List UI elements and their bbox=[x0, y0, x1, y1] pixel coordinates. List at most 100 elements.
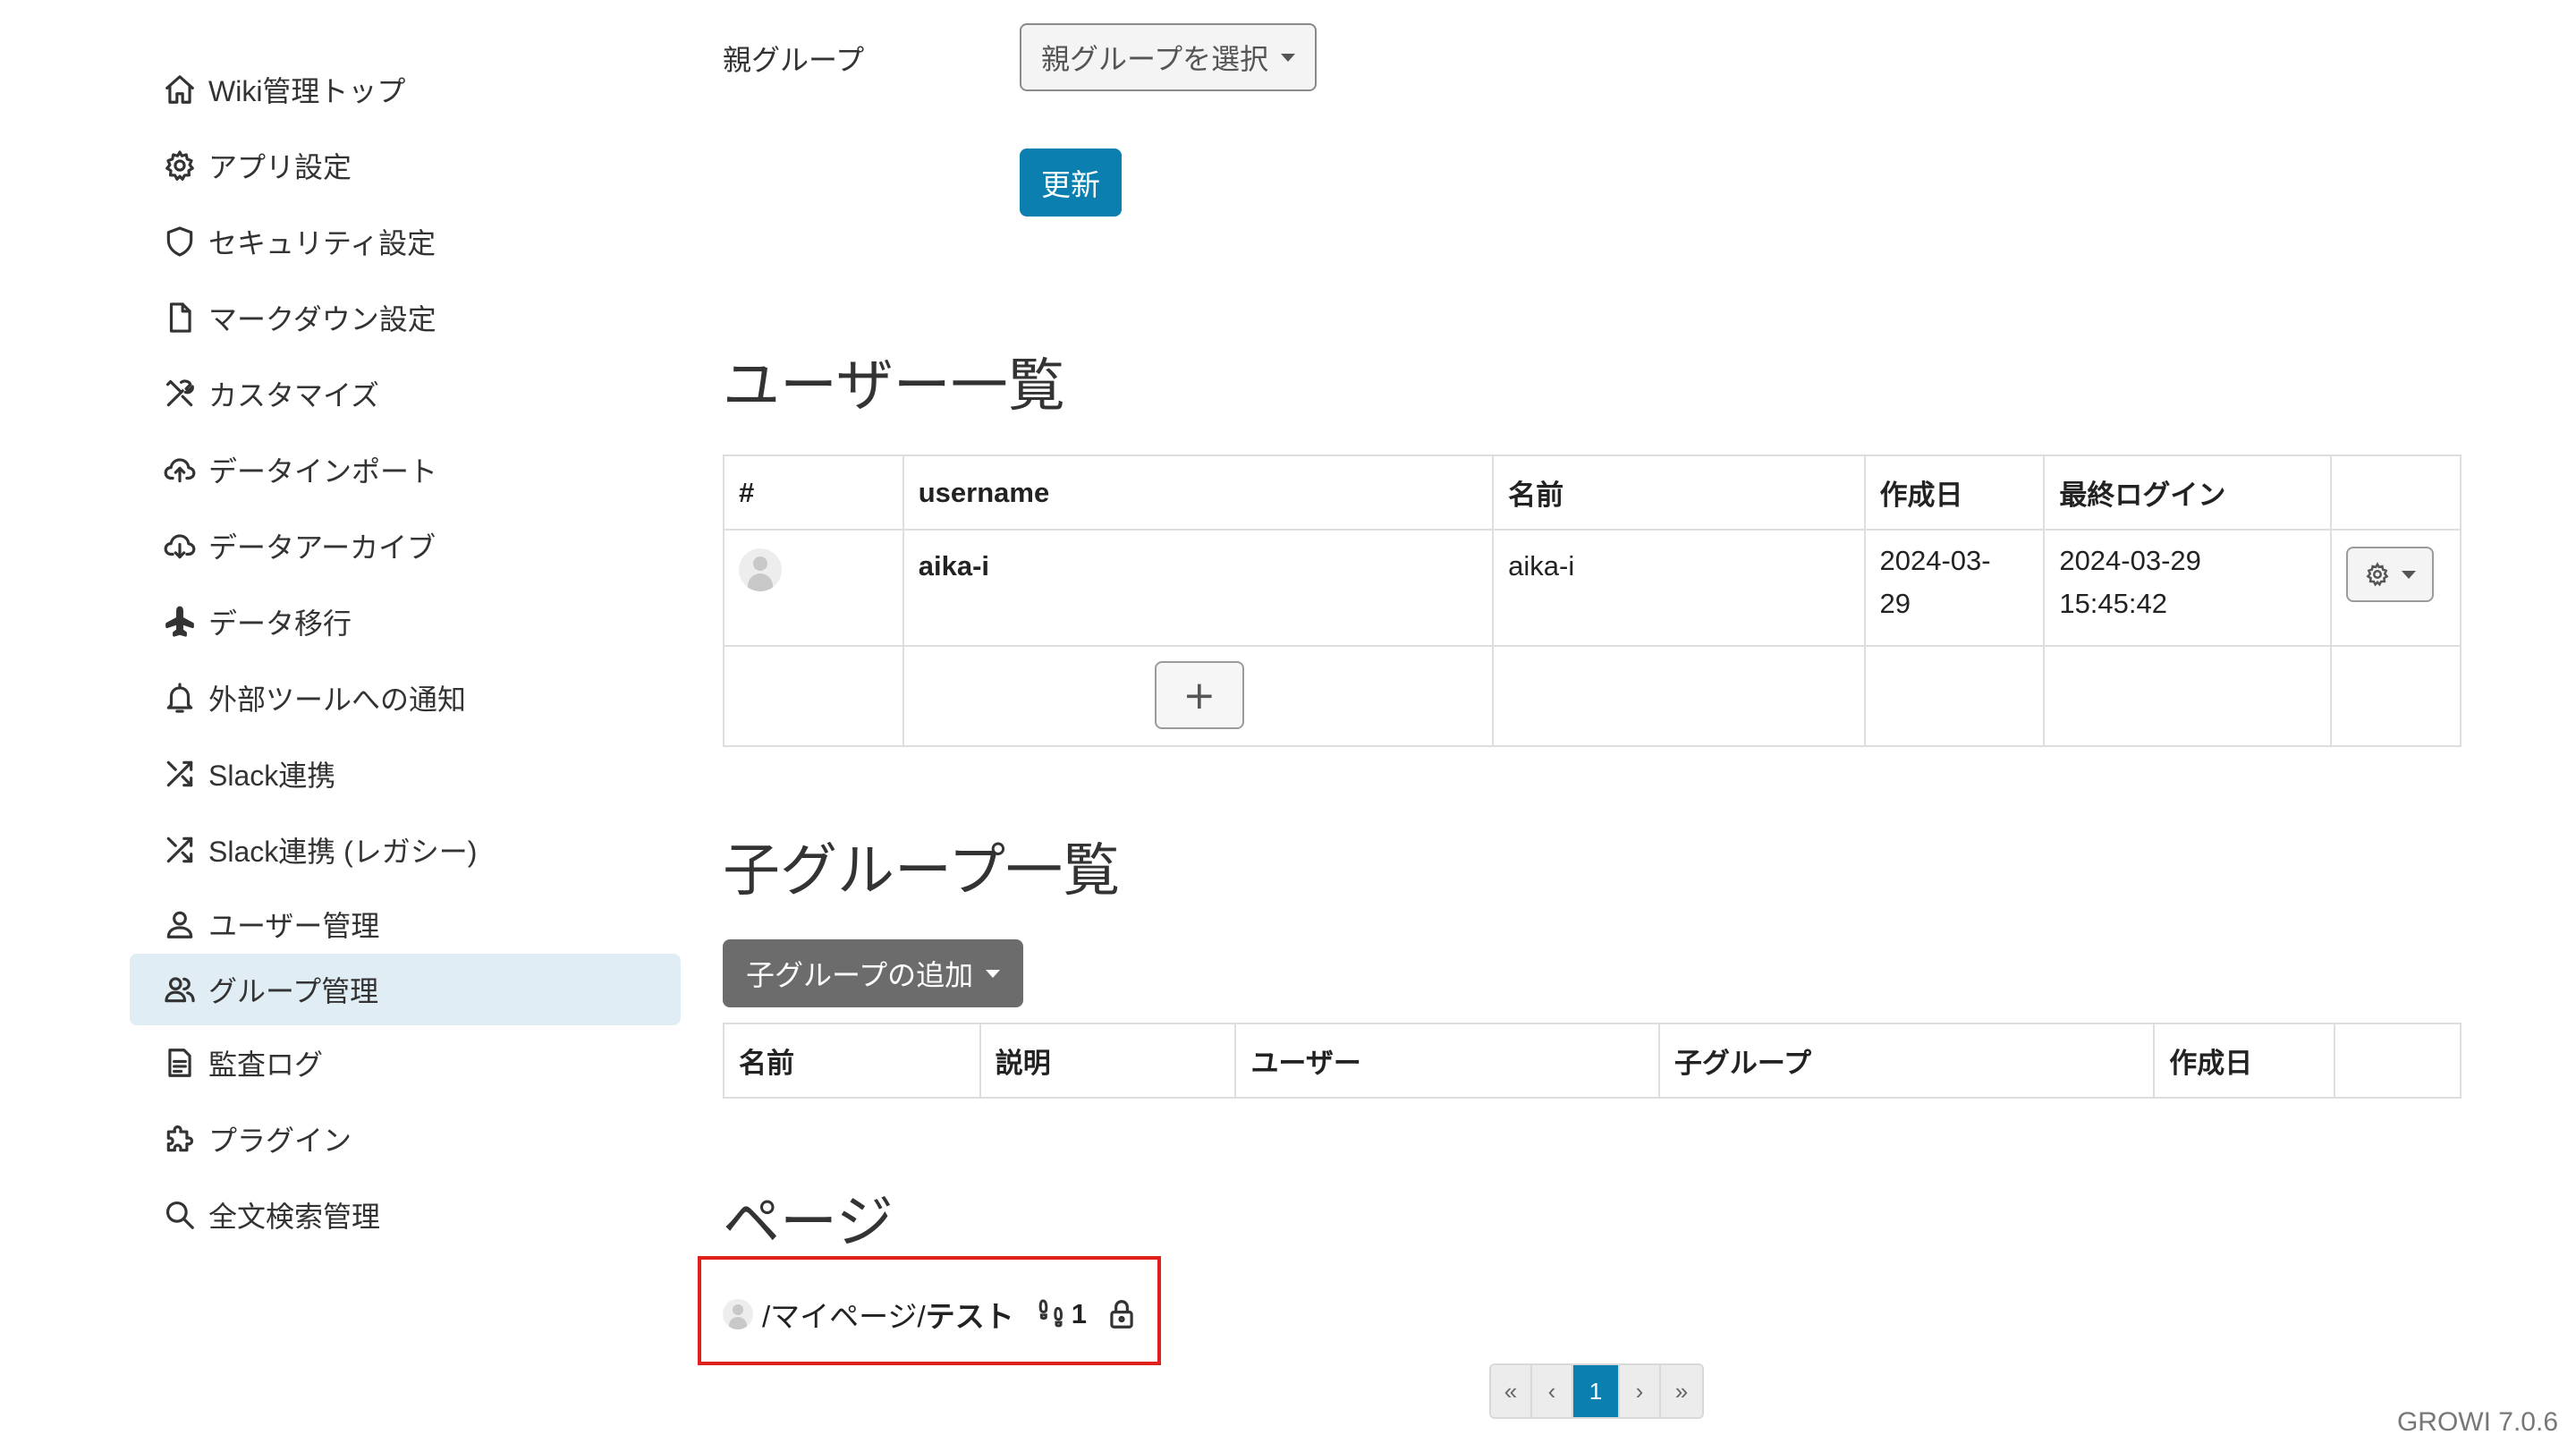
empty-cell bbox=[2043, 645, 2332, 747]
sidebar-item-label: Wiki管理トップ bbox=[208, 75, 406, 107]
sidebar-item-plugins[interactable]: プラグイン bbox=[130, 1103, 681, 1175]
pagination: « ‹ 1 › » bbox=[1489, 1363, 1704, 1419]
pagination-first[interactable]: « bbox=[1491, 1365, 1532, 1417]
sidebar-item-label: 全文検索管理 bbox=[208, 1201, 381, 1233]
person-icon bbox=[160, 904, 199, 944]
sidebar-item-label: 外部ツールへの通知 bbox=[208, 684, 467, 716]
pagination-next[interactable]: › bbox=[1620, 1365, 1661, 1417]
column-header: # bbox=[723, 454, 904, 531]
sidebar-item-full-text-search[interactable]: 全文検索管理 bbox=[130, 1179, 681, 1251]
search-icon bbox=[160, 1195, 199, 1235]
version-label: GROWI 7.0.6 bbox=[2396, 1407, 2558, 1437]
actions-cell bbox=[2329, 529, 2462, 647]
sidebar-item-label: 監査ログ bbox=[208, 1049, 324, 1081]
page-link[interactable]: /マイページ/テスト bbox=[762, 1293, 1014, 1336]
child-groups-section-title: 子グループ一覧 bbox=[723, 838, 1121, 903]
sidebar-item-label: アプリ設定 bbox=[208, 151, 352, 183]
sidebar-item-label: Slack連携 bbox=[208, 760, 336, 792]
sidebar-item-slack-legacy[interactable]: Slack連携 (レガシー) bbox=[130, 814, 681, 886]
sidebar-item-wiki-admin-top[interactable]: Wiki管理トップ bbox=[130, 54, 681, 125]
page-path-name: テスト bbox=[925, 1300, 1014, 1333]
update-button[interactable]: 更新 bbox=[1020, 149, 1122, 217]
sidebar-item-data-import[interactable]: データインポート bbox=[130, 434, 681, 505]
avatar bbox=[739, 548, 782, 591]
people-icon bbox=[160, 970, 199, 1009]
file-icon bbox=[160, 298, 199, 337]
sidebar-item-label: カスタマイズ bbox=[208, 379, 380, 412]
created-date-line1: 2024-03- bbox=[1879, 545, 1991, 576]
last-login-line1: 2024-03-29 bbox=[2059, 545, 2201, 576]
parent-group-label: 親グループ bbox=[723, 44, 865, 76]
add-user-cell: + bbox=[902, 645, 1495, 747]
sidebar-item-label: グループ管理 bbox=[208, 975, 379, 1007]
pagination-last[interactable]: » bbox=[1661, 1365, 1702, 1417]
sidebar-item-app-settings[interactable]: アプリ設定 bbox=[130, 130, 681, 201]
shuffle-icon bbox=[160, 754, 199, 794]
created-cell: 2024-03- 29 bbox=[1863, 529, 2046, 647]
parent-group-select-label: 親グループを選択 bbox=[1041, 43, 1269, 75]
chevron-down-icon bbox=[2401, 570, 2416, 579]
username-cell: aika-i bbox=[902, 529, 1495, 647]
column-header: 最終ログイン bbox=[2043, 454, 2332, 531]
gear-icon bbox=[2366, 562, 2389, 587]
add-child-group-label: 子グループの追加 bbox=[746, 959, 974, 991]
cloud-download-icon bbox=[160, 526, 199, 565]
sidebar-item-customize[interactable]: カスタマイズ bbox=[130, 358, 681, 429]
column-header: username bbox=[902, 454, 1495, 531]
column-header: 名前 bbox=[723, 1023, 981, 1099]
user-avatar-cell bbox=[723, 529, 904, 647]
column-header: 作成日 bbox=[1863, 454, 2046, 531]
footprint-count: 1 bbox=[1071, 1298, 1087, 1329]
sidebar-item-label: データインポート bbox=[208, 455, 438, 488]
sidebar-item-group-management[interactable]: グループ管理 bbox=[130, 954, 681, 1025]
sidebar-item-slack[interactable]: Slack連携 bbox=[130, 738, 681, 810]
column-header bbox=[2329, 454, 2462, 531]
chevron-down-icon bbox=[1281, 53, 1296, 62]
pagination-page-1[interactable]: 1 bbox=[1573, 1365, 1620, 1417]
tools-icon bbox=[160, 374, 199, 413]
sidebar-item-markdown[interactable]: マークダウン設定 bbox=[130, 282, 681, 353]
shuffle-icon bbox=[160, 830, 199, 870]
main-content: 親グループ 親グループを選択 更新 ユーザー一覧 # username 名前 作… bbox=[698, 0, 2467, 1452]
footprints-icon bbox=[1038, 1299, 1063, 1328]
column-header: 説明 bbox=[979, 1023, 1237, 1099]
add-child-group-button[interactable]: 子グループの追加 bbox=[723, 939, 1024, 1007]
child-groups-table-header: 名前 説明 ユーザー 子グループ 作成日 bbox=[723, 1023, 2462, 1099]
created-date-line2: 29 bbox=[1879, 588, 1911, 619]
sidebar-item-data-migration[interactable]: データ移行 bbox=[130, 586, 681, 658]
sidebar-item-audit-log[interactable]: 監査ログ bbox=[130, 1027, 681, 1099]
sidebar-item-notification[interactable]: 外部ツールへの通知 bbox=[130, 662, 681, 734]
home-icon bbox=[160, 70, 199, 109]
sidebar-item-security[interactable]: セキュリティ設定 bbox=[130, 206, 681, 277]
sidebar-item-user-management[interactable]: ユーザー管理 bbox=[130, 888, 681, 960]
page-path-prefix: /マイページ/ bbox=[762, 1300, 926, 1333]
chevron-down-icon bbox=[986, 969, 1001, 978]
parent-group-select[interactable]: 親グループを選択 bbox=[1020, 23, 1318, 91]
last-login-cell: 2024-03-29 15:45:42 bbox=[2043, 529, 2332, 647]
column-header: ユーザー bbox=[1234, 1023, 1660, 1099]
document-icon bbox=[160, 1043, 199, 1083]
sidebar-item-data-archive[interactable]: データアーカイブ bbox=[130, 510, 681, 582]
airplane-icon bbox=[160, 602, 199, 641]
shield-icon bbox=[160, 222, 199, 261]
puzzle-icon bbox=[160, 1119, 199, 1159]
sidebar-item-label: マークダウン設定 bbox=[208, 303, 436, 335]
users-table: # username 名前 作成日 最終ログイン aika-i aika-i 2… bbox=[723, 454, 2462, 747]
sidebar-item-label: Slack連携 (レガシー) bbox=[208, 836, 478, 868]
add-user-button[interactable]: + bbox=[1154, 661, 1244, 729]
pagination-prev[interactable]: ‹ bbox=[1532, 1365, 1573, 1417]
sidebar-item-label: プラグイン bbox=[208, 1125, 352, 1157]
users-section-title: ユーザー一覧 bbox=[723, 353, 1065, 418]
cloud-upload-icon bbox=[160, 450, 199, 489]
user-actions-button[interactable] bbox=[2345, 547, 2434, 602]
footprint-badge: 1 bbox=[1034, 1296, 1087, 1332]
column-header: 作成日 bbox=[2153, 1023, 2336, 1099]
child-groups-table: 名前 説明 ユーザー 子グループ 作成日 bbox=[723, 1023, 2462, 1099]
empty-cell bbox=[1863, 645, 2046, 747]
gear-icon bbox=[160, 146, 199, 185]
empty-cell bbox=[1492, 645, 1866, 747]
column-header bbox=[2334, 1023, 2462, 1099]
column-header: 子グループ bbox=[1657, 1023, 2156, 1099]
name-cell: aika-i bbox=[1492, 529, 1866, 647]
table-row: aika-i aika-i 2024-03- 29 2024-03-29 15:… bbox=[723, 529, 2462, 647]
